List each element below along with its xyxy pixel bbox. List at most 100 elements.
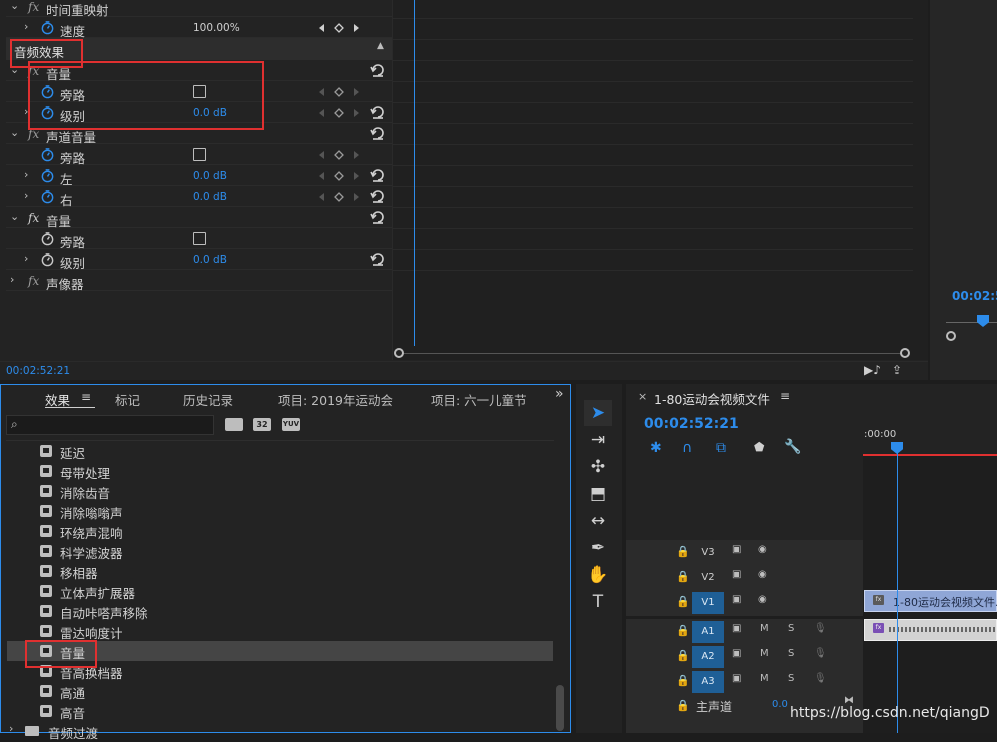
keyframe-nav[interactable]: [317, 22, 361, 34]
reset-icon[interactable]: [370, 188, 386, 204]
bypass-checkbox[interactable]: [193, 148, 206, 161]
mic-icon[interactable]: 🎙: [814, 673, 827, 684]
list-item[interactable]: 母带处理: [7, 461, 553, 481]
play-audio-icon[interactable]: ▶♪: [864, 363, 881, 377]
track-label-source[interactable]: A2: [692, 646, 724, 668]
fx-icon[interactable]: fx: [28, 211, 39, 225]
playhead-line[interactable]: [414, 0, 415, 346]
sequence-title[interactable]: 1-80运动会视频文件: [654, 389, 770, 408]
scroll-handle-right[interactable]: [900, 348, 910, 358]
scroll-handle[interactable]: [946, 331, 956, 341]
track-a3[interactable]: 🔒 A3 ▣ M S 🎙: [626, 669, 863, 693]
track-a1[interactable]: 🔒 A1 ▣ M S 🎙: [626, 619, 863, 643]
reset-icon[interactable]: [370, 209, 386, 225]
keyframe-nav[interactable]: [317, 149, 361, 161]
speed-row[interactable]: › 速度 100.00%: [6, 18, 392, 39]
list-item[interactable]: 科学滤波器: [7, 541, 553, 561]
reset-icon[interactable]: [370, 167, 386, 183]
mute-button[interactable]: M: [760, 673, 769, 684]
master-volume-value[interactable]: 0.0: [772, 699, 788, 710]
audio-clip[interactable]: fx: [864, 619, 997, 641]
mute-button[interactable]: M: [760, 623, 769, 634]
lock-icon[interactable]: 🔒: [676, 595, 690, 608]
track-v2[interactable]: 🔒 V2 ▣ ◉: [626, 565, 863, 589]
track-select-tool-icon[interactable]: ⇥: [584, 428, 612, 452]
track-label-source[interactable]: A1: [692, 621, 724, 643]
keyframe-nav[interactable]: [317, 170, 361, 182]
stopwatch-icon[interactable]: [40, 252, 55, 267]
chevron-right-icon[interactable]: ›: [24, 168, 28, 181]
list-item[interactable]: 立体声扩展器: [7, 581, 553, 601]
lock-icon[interactable]: 🔒: [676, 699, 690, 712]
scrollbar-thumb[interactable]: [556, 685, 564, 731]
bypass-row[interactable]: 旁路: [6, 145, 392, 166]
tab-project-2019[interactable]: 项目: 2019年运动会: [278, 390, 393, 409]
mute-button[interactable]: M: [760, 648, 769, 659]
chevron-right-icon[interactable]: ›: [24, 252, 28, 265]
tab-history[interactable]: 历史记录: [183, 390, 233, 409]
list-item[interactable]: 自动咔嗒声移除: [7, 601, 553, 621]
lock-icon[interactable]: 🔒: [676, 570, 690, 583]
zoom-scrollbar[interactable]: [398, 353, 908, 354]
tab-markers[interactable]: 标记: [115, 390, 140, 409]
reset-icon[interactable]: [370, 62, 386, 78]
menu-icon[interactable]: ≡: [81, 390, 91, 404]
close-tab-icon[interactable]: ×: [638, 390, 647, 403]
chevron-down-icon[interactable]: ⌄: [10, 210, 19, 223]
solo-button[interactable]: S: [788, 623, 794, 634]
track-label-source[interactable]: A3: [692, 671, 724, 693]
left-value[interactable]: 0.0 dB: [193, 170, 227, 182]
stopwatch-icon[interactable]: [40, 189, 55, 204]
list-item[interactable]: 高通: [7, 681, 553, 701]
eye-icon[interactable]: ◉: [758, 544, 767, 555]
accelerated-effects-filter-icon[interactable]: [225, 418, 243, 431]
reset-icon[interactable]: [370, 125, 386, 141]
timeline-timecode[interactable]: 00:02:52:21: [644, 416, 739, 432]
chevron-down-icon[interactable]: ⌄: [10, 0, 19, 12]
slip-tool-icon[interactable]: ↔: [584, 509, 612, 533]
linked-selection-icon[interactable]: ⧉: [716, 440, 726, 456]
bypass-checkbox[interactable]: [193, 232, 206, 245]
selection-tool-icon[interactable]: ➤: [584, 401, 612, 425]
fx-panner-row[interactable]: › fx 声像器: [6, 271, 392, 292]
fx-time-remap-row[interactable]: ⌄ fx 时间重映射: [6, 0, 392, 18]
tabs-overflow-icon[interactable]: »: [555, 386, 564, 402]
track-a2[interactable]: 🔒 A2 ▣ M S 🎙: [626, 644, 863, 668]
time-ruler[interactable]: :00:00: [863, 424, 997, 456]
reset-icon[interactable]: [370, 104, 386, 120]
sync-lock-icon[interactable]: ▣: [732, 569, 741, 580]
lock-icon[interactable]: 🔒: [676, 649, 690, 662]
chevron-right-icon[interactable]: ›: [10, 273, 14, 286]
left-channel-row[interactable]: › 左 0.0 dB: [6, 166, 392, 187]
mic-icon[interactable]: 🎙: [814, 623, 827, 634]
menu-icon[interactable]: ≡: [780, 389, 790, 403]
type-tool-icon[interactable]: T: [584, 590, 612, 614]
chevron-right-icon[interactable]: ›: [24, 189, 28, 202]
chevron-right-icon[interactable]: ›: [24, 20, 28, 33]
32bit-filter-button[interactable]: 32: [253, 418, 271, 431]
sync-lock-icon[interactable]: ▣: [732, 673, 741, 684]
program-timecode[interactable]: 00:02:5: [952, 289, 997, 303]
chevron-down-icon[interactable]: ⌄: [10, 126, 19, 139]
keyframe-nav[interactable]: [317, 191, 361, 203]
list-item[interactable]: 延迟: [7, 441, 553, 461]
solo-button[interactable]: S: [788, 673, 794, 684]
sync-lock-icon[interactable]: ▣: [732, 594, 741, 605]
level-value[interactable]: 0.0 dB: [193, 254, 227, 266]
stopwatch-icon[interactable]: [40, 147, 55, 162]
track-v3[interactable]: 🔒 V3 ▣ ◉: [626, 540, 863, 564]
bypass-row[interactable]: 旁路: [6, 229, 392, 250]
add-marker-icon[interactable]: ⬟: [754, 440, 764, 454]
eye-icon[interactable]: ◉: [758, 569, 767, 580]
timecode[interactable]: 00:02:52:21: [6, 365, 70, 377]
track-label[interactable]: V2: [692, 567, 724, 589]
right-channel-row[interactable]: › 右 0.0 dB: [6, 187, 392, 208]
program-playhead[interactable]: [977, 315, 989, 327]
search-input[interactable]: ⌕: [6, 415, 214, 435]
track-v1[interactable]: 🔒 V1 ▣ ◉: [626, 590, 863, 614]
snap-icon[interactable]: ∩: [682, 440, 692, 456]
keyframe-nav[interactable]: [317, 86, 361, 98]
program-scrubber[interactable]: [946, 322, 997, 323]
keyframe-nav[interactable]: [317, 107, 361, 119]
stopwatch-icon[interactable]: [40, 168, 55, 183]
